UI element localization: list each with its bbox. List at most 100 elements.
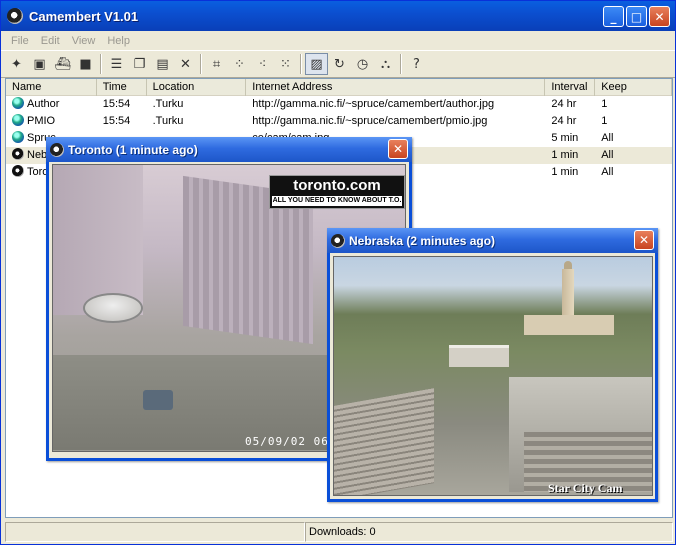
column-address[interactable]: Internet Address xyxy=(246,79,546,96)
chart-button[interactable]: ⛬ xyxy=(374,53,397,75)
cell-name: PMIO xyxy=(6,113,97,130)
globe-icon xyxy=(12,114,24,126)
cell-text: 24 hr xyxy=(551,115,577,127)
cell-interval: 1 min xyxy=(545,164,595,181)
camera-icon xyxy=(12,148,24,160)
cell-interval: 1 min xyxy=(545,147,595,164)
refresh-icon: ↻ xyxy=(334,56,345,72)
cell-interval: 5 min xyxy=(545,130,595,147)
cell-text: 1 xyxy=(601,98,608,110)
copy-icon: ❐ xyxy=(133,56,146,72)
cell-text: PMIO xyxy=(27,115,56,127)
nebraska-close-button[interactable]: ✕ xyxy=(634,230,654,250)
chart-icon: ⛬ xyxy=(380,56,391,72)
paste-button[interactable]: ▤ xyxy=(151,53,174,75)
toronto-close-button[interactable]: ✕ xyxy=(388,139,408,159)
cell-text: .Turku xyxy=(152,98,184,110)
arrange-button[interactable]: ⁖ xyxy=(251,53,274,75)
tile-button[interactable]: ⁘ xyxy=(228,53,251,75)
cell-text: All xyxy=(601,166,614,178)
help-icon: ? xyxy=(413,56,420,72)
cell-address: http://gamma.nic.fi/~spruce/camembert/pm… xyxy=(246,113,545,130)
menu-help[interactable]: Help xyxy=(101,35,136,47)
cell-interval: 24 hr xyxy=(545,113,595,130)
grid-button[interactable]: ⁙ xyxy=(274,53,297,75)
cell-interval: 24 hr xyxy=(545,96,595,113)
maximize-button[interactable]: □ xyxy=(626,6,647,27)
building xyxy=(449,345,509,367)
nebraska-image: Star City Cam xyxy=(333,256,653,496)
save-button[interactable]: ■ xyxy=(74,53,97,75)
column-interval[interactable]: Interval xyxy=(545,79,596,96)
nebraska-watermark: Star City Cam xyxy=(548,481,623,495)
status-left xyxy=(5,522,305,542)
cell-address: http://gamma.nic.fi/~spruce/camembert/au… xyxy=(246,96,545,113)
nebraska-title-bar[interactable]: Nebraska (2 minutes ago) ✕ xyxy=(327,228,658,253)
cell-text: Author xyxy=(27,98,60,110)
camera-icon xyxy=(7,8,23,24)
cell-text: 1 min xyxy=(551,149,579,161)
table-row[interactable]: Author 15:54 .Turku http://gamma.nic.fi/~sp… xyxy=(6,96,672,113)
camera-icon xyxy=(12,165,24,177)
cell-text: 1 min xyxy=(551,166,579,178)
menu-edit[interactable]: Edit xyxy=(35,35,66,47)
cell-location: .Turku xyxy=(147,96,247,113)
globe-icon xyxy=(12,97,24,109)
cell-keep: All xyxy=(595,147,672,164)
cell-text: 24 hr xyxy=(551,98,577,110)
toronto-timestamp: 05/09/02 06 xyxy=(245,435,329,448)
new-icon: ✦ xyxy=(11,56,22,72)
save-icon: ■ xyxy=(79,56,92,72)
toronto-title-bar[interactable]: Toronto (1 minute ago) ✕ xyxy=(46,137,412,162)
status-bar: Downloads: 0 xyxy=(5,522,673,542)
nebraska-window[interactable]: Nebraska (2 minutes ago) ✕ Star City Cam xyxy=(327,228,658,502)
new-button[interactable]: ✦ xyxy=(5,53,28,75)
refresh-button[interactable]: ↻ xyxy=(328,53,351,75)
ship-icon: ⛴ xyxy=(54,56,71,72)
open-icon: ▣ xyxy=(33,56,46,72)
cell-text: All xyxy=(601,149,614,161)
window-title: Camembert V1.01 xyxy=(29,8,139,24)
logo-tagline: ALL YOU NEED TO KNOW ABOUT T.O. xyxy=(272,196,402,206)
column-location[interactable]: Location xyxy=(147,79,247,96)
picture-button[interactable]: ▨ xyxy=(305,53,328,75)
clock-button[interactable]: ◷ xyxy=(351,53,374,75)
cascade-button[interactable]: ⌗ xyxy=(205,53,228,75)
camera-icon xyxy=(50,142,64,157)
help-button[interactable]: ? xyxy=(405,53,428,75)
delete-button[interactable]: ✕ xyxy=(174,53,197,75)
minimize-button[interactable]: _ xyxy=(603,6,624,27)
cell-keep: 1 xyxy=(595,96,672,113)
table-row[interactable]: PMIO 15:54 .Turku http://gamma.nic.fi/~spru… xyxy=(6,113,672,130)
roof xyxy=(143,390,173,410)
properties-icon: ☰ xyxy=(110,56,123,72)
menu-file[interactable]: File xyxy=(5,35,35,47)
cell-text: .Turku xyxy=(152,115,184,127)
close-button[interactable]: ✕ xyxy=(649,6,670,27)
column-keep[interactable]: Keep xyxy=(595,79,672,96)
toolbar: ✦ ▣ ⛴ ■ ☰ ❐ ▤ ✕ ⌗ ⁘ ⁖ ⁙ ▨ ↻ ◷ ⛬? xyxy=(1,50,675,78)
cell-keep: 1 xyxy=(595,113,672,130)
capitol-building xyxy=(524,315,614,335)
copy-button[interactable]: ❐ xyxy=(128,53,151,75)
globe-icon xyxy=(12,131,24,143)
toronto-logo: toronto.com ALL YOU NEED TO KNOW ABOUT T… xyxy=(269,175,405,209)
cell-text: http://gamma.nic.fi/~spruce/camembert/au… xyxy=(252,98,495,110)
cell-name: Author xyxy=(6,96,97,113)
status-downloads: Downloads: 0 xyxy=(305,522,673,542)
open-button[interactable]: ▣ xyxy=(28,53,51,75)
properties-button[interactable]: ☰ xyxy=(105,53,128,75)
cascade-icon: ⌗ xyxy=(212,56,221,72)
cell-keep: All xyxy=(595,130,672,147)
ship-button[interactable]: ⛴ xyxy=(51,53,74,75)
column-name[interactable]: Name xyxy=(6,79,97,96)
dome xyxy=(83,293,143,323)
menu-view[interactable]: View xyxy=(66,35,102,47)
cell-text: 1 xyxy=(601,115,608,127)
delete-icon: ✕ xyxy=(180,56,191,72)
column-time[interactable]: Time xyxy=(97,79,147,96)
cell-time: 15:54 xyxy=(97,96,147,113)
clock-icon: ◷ xyxy=(356,56,369,72)
title-bar[interactable]: Camembert V1.01 _ □ ✕ xyxy=(1,1,675,31)
building xyxy=(53,165,143,315)
